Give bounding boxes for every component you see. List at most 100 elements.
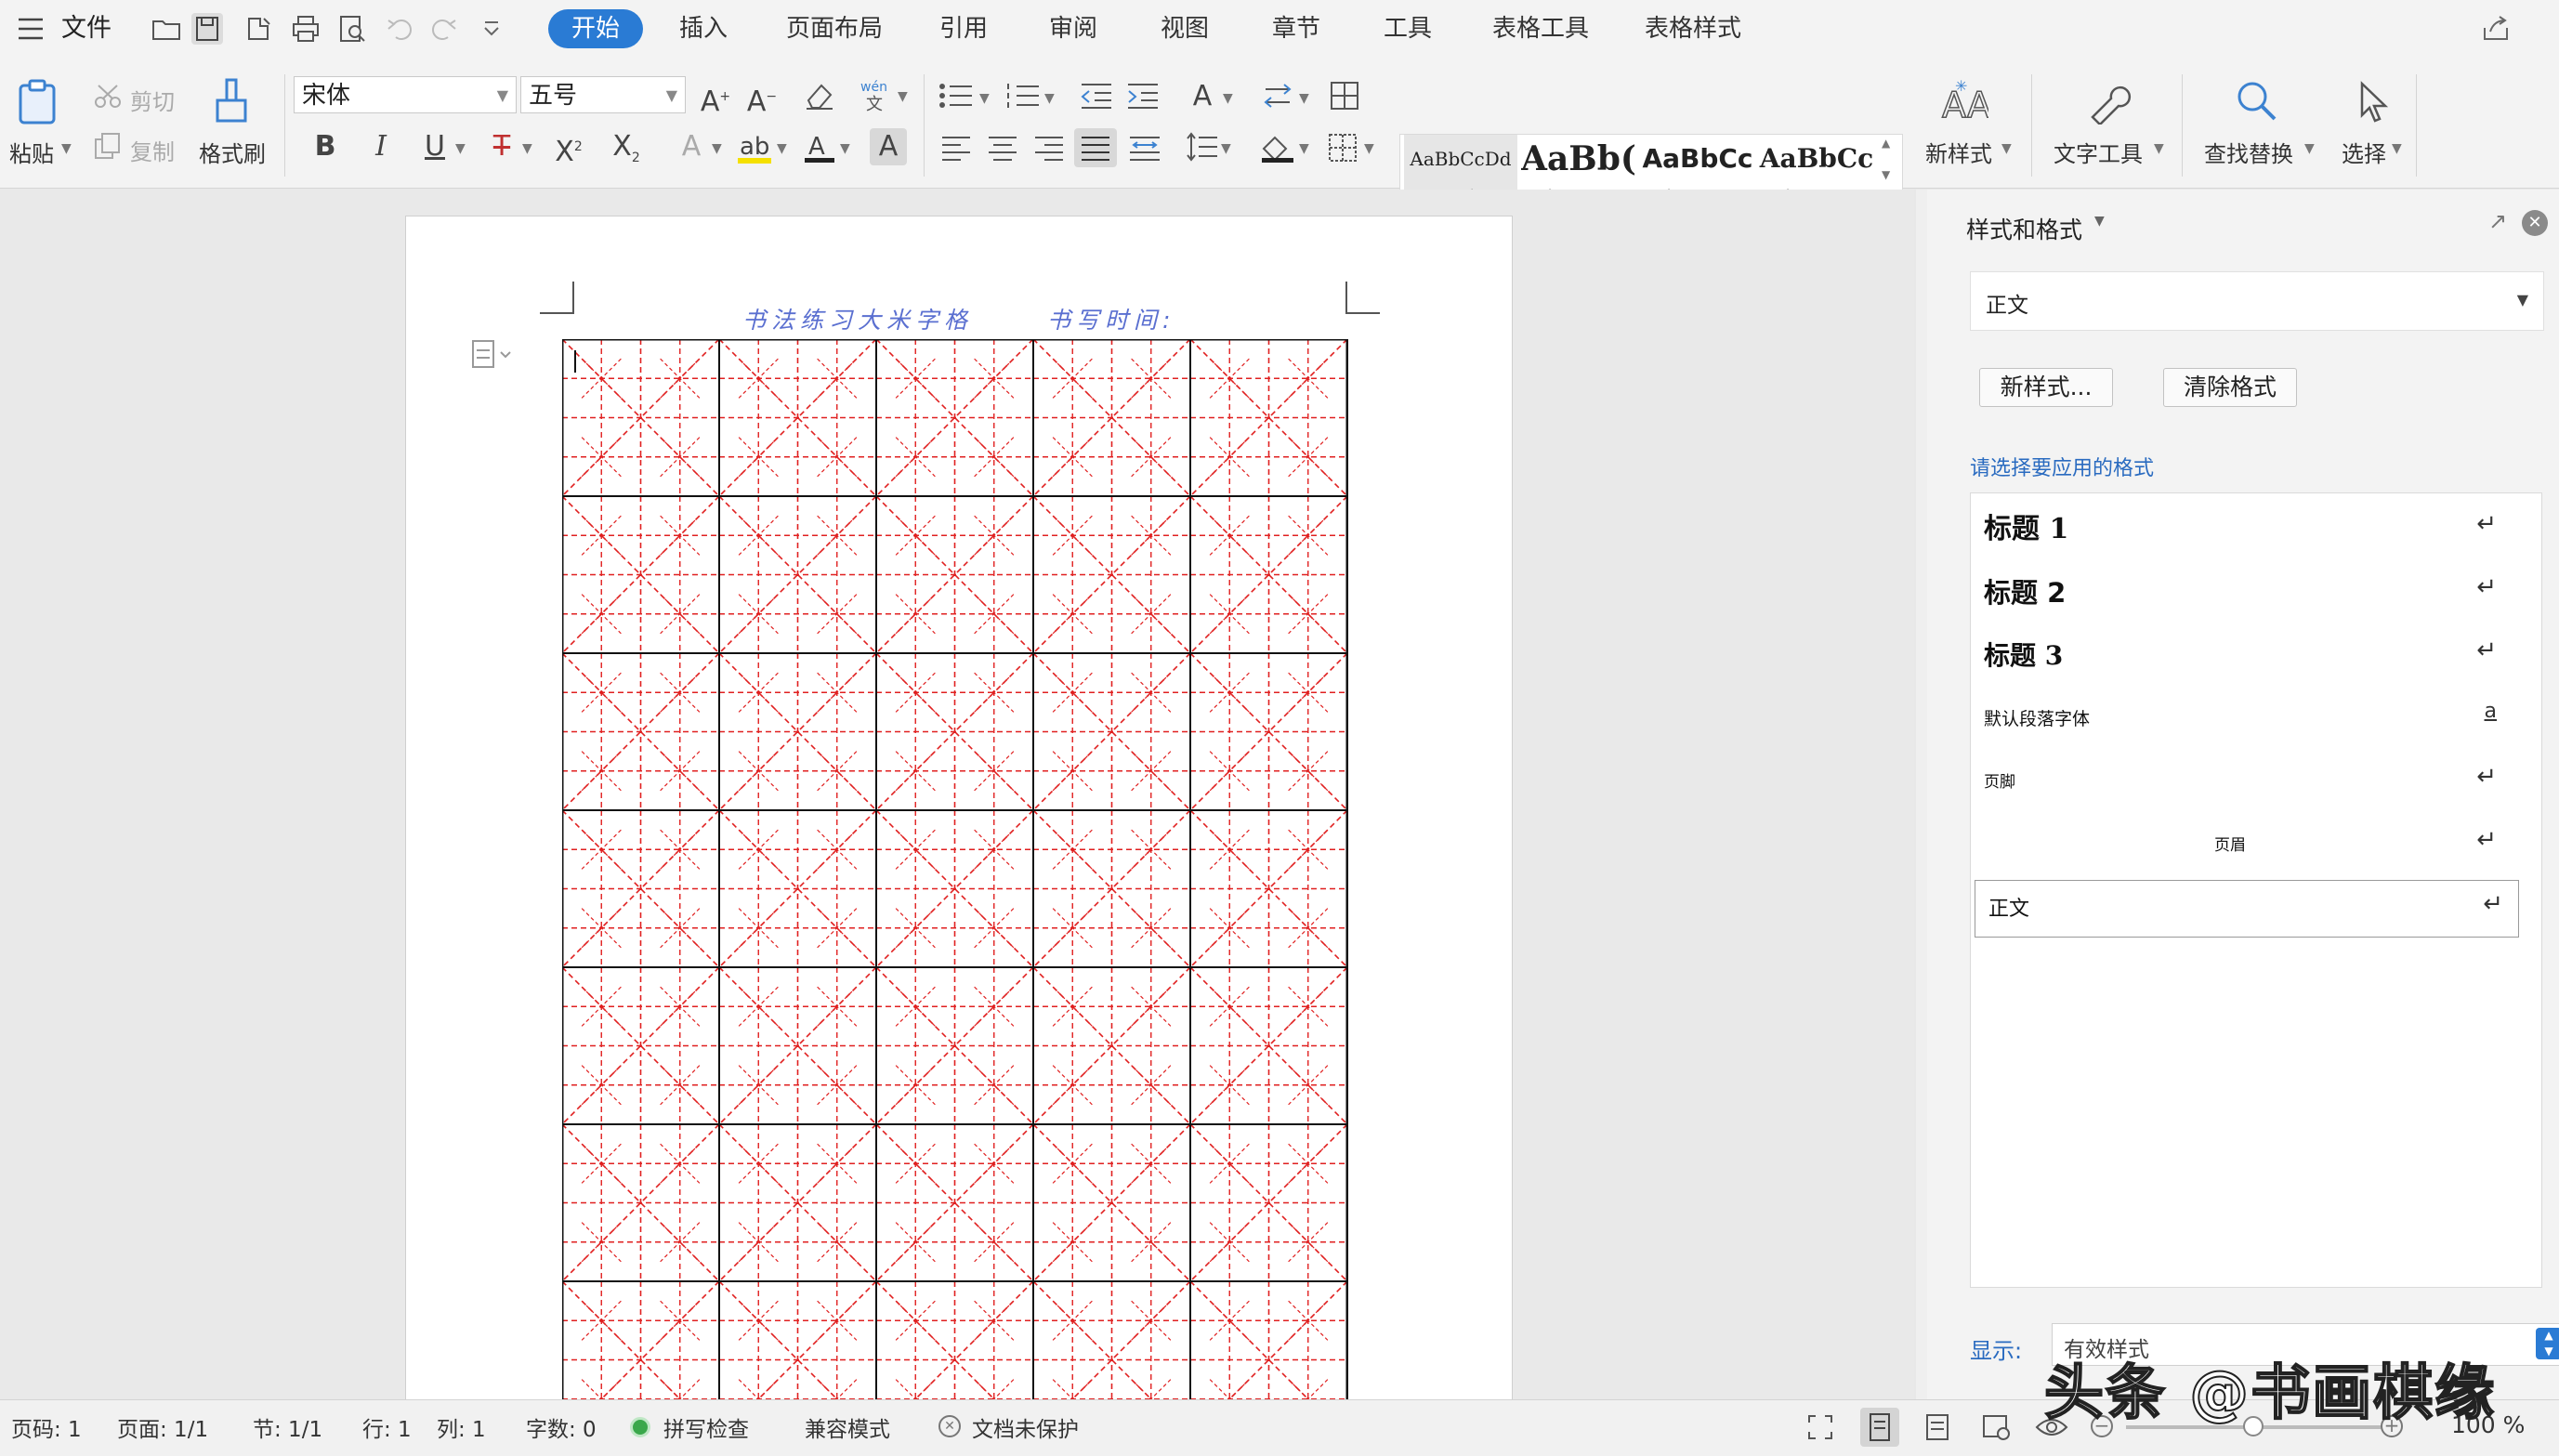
list-item-header[interactable]: 页眉 ↵: [1971, 817, 2512, 874]
italic-icon[interactable]: I: [362, 128, 400, 165]
fullscreen-view-icon[interactable]: [1806, 1413, 1834, 1441]
share-icon[interactable]: [2481, 15, 2511, 43]
redo-icon[interactable]: [427, 13, 459, 45]
tab-table-style[interactable]: 表格样式: [1637, 9, 1749, 48]
hamburger-menu-icon[interactable]: [17, 16, 45, 42]
shrink-font-icon[interactable]: A−: [743, 78, 781, 121]
panel-menu-chevron-icon[interactable]: ▼: [2094, 214, 2105, 229]
shading-dropdown-icon[interactable]: ▼: [1299, 141, 1309, 156]
cursor-select-icon[interactable]: [2355, 80, 2392, 125]
style-list[interactable]: 标题 1 ↵ 标题 2 ↵ 标题 3 ↵ 默认段落字体 a 页脚 ↵ 页眉 ↵ …: [1970, 492, 2542, 1288]
paste-icon[interactable]: [13, 78, 63, 126]
highlight-icon[interactable]: ab: [736, 130, 773, 165]
undo-icon[interactable]: [385, 13, 416, 45]
align-left-icon[interactable]: [940, 134, 972, 162]
wrench-icon[interactable]: [2085, 80, 2132, 125]
panel-close-icon[interactable]: ✕: [2522, 210, 2548, 236]
highlight-dropdown-icon[interactable]: ▼: [777, 141, 787, 156]
tab-view[interactable]: 视图: [1152, 9, 1217, 48]
new-style-dropdown-icon[interactable]: ▼: [2001, 141, 2012, 156]
paste-dropdown-icon[interactable]: ▼: [61, 141, 72, 156]
file-menu[interactable]: 文件: [61, 11, 112, 46]
decrease-indent-icon[interactable]: [1080, 82, 1113, 110]
paragraph-handle-icon[interactable]: [471, 339, 514, 371]
list-item-heading-1[interactable]: 标题 1 ↵: [1971, 501, 2512, 558]
format-painter-button[interactable]: 格式刷: [199, 136, 266, 168]
list-item-footer[interactable]: 页脚 ↵: [1971, 754, 2512, 811]
text-direction-icon[interactable]: A: [1184, 78, 1221, 115]
bullet-list-icon[interactable]: [938, 82, 976, 110]
status-word-count[interactable]: 字数: 0: [526, 1411, 597, 1443]
tab-table-tools[interactable]: 表格工具: [1485, 9, 1596, 48]
text-effect-icon[interactable]: A: [673, 128, 710, 165]
clear-format-button[interactable]: 清除格式: [2163, 368, 2297, 407]
find-replace-button[interactable]: 查找替换: [2204, 136, 2293, 168]
customize-quickbar-icon[interactable]: [476, 13, 507, 45]
numbered-list-icon[interactable]: [1005, 82, 1043, 110]
table-layout-icon[interactable]: [1329, 80, 1360, 111]
new-style-icon[interactable]: AA ✳: [1938, 78, 1988, 125]
numbered-dropdown-icon[interactable]: ▼: [1044, 91, 1055, 106]
phonetic-dropdown-icon[interactable]: ▼: [898, 89, 908, 104]
export-icon[interactable]: [243, 13, 275, 45]
text-direction-dropdown-icon[interactable]: ▼: [1223, 91, 1233, 106]
line-spacing-icon[interactable]: [1186, 132, 1219, 162]
list-item-heading-2[interactable]: 标题 2 ↵: [1971, 564, 2512, 622]
spell-check-button[interactable]: 拼写检查: [663, 1411, 749, 1443]
tab-insert[interactable]: 插入: [671, 9, 736, 48]
distributed-align-icon[interactable]: [1128, 134, 1161, 162]
tab-home[interactable]: 开始: [548, 9, 643, 48]
subscript-icon[interactable]: X2: [608, 128, 645, 177]
tab-review[interactable]: 审阅: [1041, 9, 1106, 48]
document-page[interactable]: 书法练习大米字格 书写时间:: [405, 216, 1513, 1425]
new-style-panel-button[interactable]: 新样式...: [1979, 368, 2113, 407]
gallery-scroll-up-icon[interactable]: ▲: [1882, 137, 1890, 150]
tab-references[interactable]: 引用: [931, 9, 996, 48]
copy-button[interactable]: 复制: [130, 134, 175, 166]
font-name-select[interactable]: 宋体 ▼: [294, 76, 517, 113]
cut-button[interactable]: 剪切: [130, 84, 175, 116]
tab-tools[interactable]: 工具: [1375, 9, 1440, 48]
open-folder-icon[interactable]: [151, 13, 182, 45]
copy-icon[interactable]: [93, 132, 123, 160]
line-spacing-dropdown-icon[interactable]: ▼: [1221, 141, 1231, 156]
list-item-default-font[interactable]: 默认段落字体 a: [1971, 690, 2512, 748]
gallery-scroll-down-icon[interactable]: ▼: [1882, 168, 1890, 181]
sort-dropdown-icon[interactable]: ▼: [1299, 91, 1309, 106]
align-center-icon[interactable]: [987, 134, 1018, 162]
format-painter-icon[interactable]: [208, 76, 255, 125]
borders-dropdown-icon[interactable]: ▼: [1364, 141, 1374, 156]
strikethrough-dropdown-icon[interactable]: ▼: [522, 141, 532, 156]
text-tools-button[interactable]: 文字工具: [2054, 136, 2143, 168]
tab-section[interactable]: 章节: [1264, 9, 1329, 48]
document-protection-status[interactable]: 文档未保护: [972, 1411, 1079, 1443]
borders-icon[interactable]: [1327, 132, 1358, 164]
tab-page-layout[interactable]: 页面布局: [779, 9, 890, 48]
char-shading-icon[interactable]: A: [870, 128, 907, 165]
find-replace-icon[interactable]: [2234, 78, 2280, 125]
align-right-icon[interactable]: [1033, 134, 1065, 162]
list-item-heading-3[interactable]: 标题 3 ↵: [1971, 627, 2512, 685]
text-tools-dropdown-icon[interactable]: ▼: [2154, 141, 2164, 156]
superscript-icon[interactable]: X2: [550, 128, 587, 171]
spell-check-icon[interactable]: [630, 1417, 650, 1437]
scissors-icon[interactable]: [93, 84, 123, 110]
print-preview-icon[interactable]: [336, 13, 368, 45]
text-effect-dropdown-icon[interactable]: ▼: [712, 141, 722, 156]
current-style-select[interactable]: 正文 ▼: [1970, 271, 2544, 331]
clear-formatting-icon[interactable]: [803, 80, 836, 111]
underline-icon[interactable]: U: [416, 128, 453, 165]
sort-icon[interactable]: [1262, 82, 1295, 110]
font-color-icon[interactable]: A: [803, 130, 836, 165]
phonetic-guide-icon[interactable]: wén 文: [859, 76, 896, 113]
font-color-dropdown-icon[interactable]: ▼: [840, 141, 850, 156]
select-button[interactable]: 选择: [2342, 136, 2386, 168]
font-size-select[interactable]: 五号 ▼: [520, 76, 686, 113]
panel-popout-icon[interactable]: ↗: [2488, 208, 2507, 234]
shading-icon[interactable]: [1260, 132, 1295, 164]
strikethrough-icon[interactable]: T: [483, 128, 520, 165]
find-replace-dropdown-icon[interactable]: ▼: [2304, 141, 2315, 156]
page-view-icon[interactable]: [1860, 1408, 1899, 1447]
outline-view-icon[interactable]: [1923, 1413, 1951, 1441]
grow-font-icon[interactable]: A+: [697, 78, 734, 121]
